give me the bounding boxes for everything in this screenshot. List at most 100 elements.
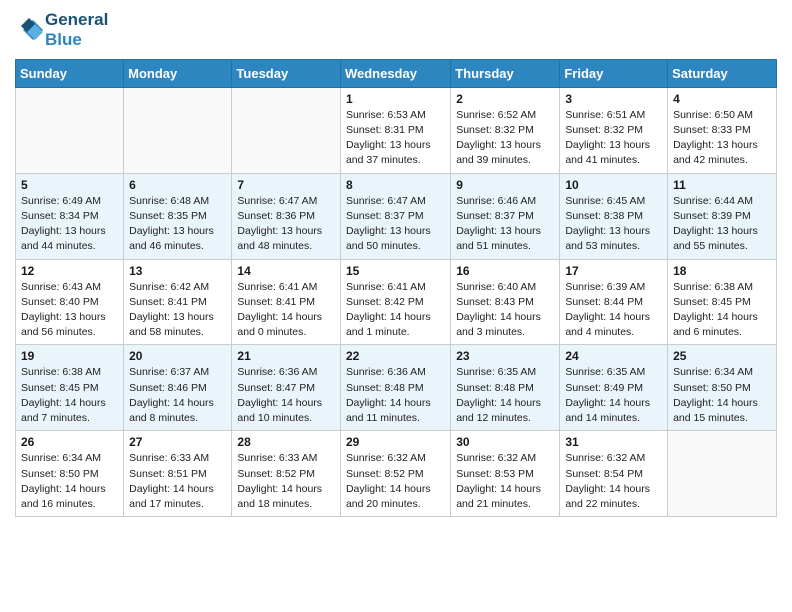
day-number: 19 [21, 349, 118, 363]
day-info: Sunrise: 6:43 AM Sunset: 8:40 PM Dayligh… [21, 280, 118, 341]
day-number: 20 [129, 349, 226, 363]
day-info: Sunrise: 6:52 AM Sunset: 8:32 PM Dayligh… [456, 108, 554, 169]
day-number: 23 [456, 349, 554, 363]
logo-text: General Blue [45, 10, 108, 51]
calendar-cell: 1Sunrise: 6:53 AM Sunset: 8:31 PM Daylig… [340, 87, 450, 173]
calendar-cell: 17Sunrise: 6:39 AM Sunset: 8:44 PM Dayli… [560, 259, 668, 345]
day-number: 16 [456, 264, 554, 278]
day-info: Sunrise: 6:33 AM Sunset: 8:52 PM Dayligh… [237, 451, 335, 512]
day-number: 2 [456, 92, 554, 106]
day-info: Sunrise: 6:38 AM Sunset: 8:45 PM Dayligh… [21, 365, 118, 426]
day-number: 3 [565, 92, 662, 106]
calendar-week-row: 1Sunrise: 6:53 AM Sunset: 8:31 PM Daylig… [16, 87, 777, 173]
calendar-cell: 20 Sunrise: 6:37 AM Sunset: 8:46 PM Dayli… [124, 345, 232, 431]
calendar-cell: 16 Sunrise: 6:40 AM Sunset: 8:43 PM Dayli… [451, 259, 560, 345]
calendar-cell: 8 Sunrise: 6:47 AM Sunset: 8:37 PM Daylig… [340, 173, 450, 259]
day-info: Sunrise: 6:49 AM Sunset: 8:34 PM Dayligh… [21, 194, 118, 255]
day-info: Sunrise: 6:46 AM Sunset: 8:37 PM Dayligh… [456, 194, 554, 255]
day-number: 7 [237, 178, 335, 192]
day-info: Sunrise: 6:35 AM Sunset: 8:48 PM Dayligh… [456, 365, 554, 426]
calendar-cell [668, 431, 777, 517]
weekday-header: Sunday [16, 59, 124, 87]
calendar-week-row: 19 Sunrise: 6:38 AM Sunset: 8:45 PM Dayli… [16, 345, 777, 431]
day-number: 9 [456, 178, 554, 192]
weekday-header: Friday [560, 59, 668, 87]
day-info: Sunrise: 6:50 AM Sunset: 8:33 PM Dayligh… [673, 108, 771, 169]
day-number: 5 [21, 178, 118, 192]
calendar-cell: 10 Sunrise: 6:45 AM Sunset: 8:38 PM Dayli… [560, 173, 668, 259]
calendar-cell: 13 Sunrise: 6:42 AM Sunset: 8:41 PM Dayli… [124, 259, 232, 345]
day-info: Sunrise: 6:40 AM Sunset: 8:43 PM Dayligh… [456, 280, 554, 341]
calendar-week-row: 5 Sunrise: 6:49 AM Sunset: 8:34 PM Daylig… [16, 173, 777, 259]
day-number: 25 [673, 349, 771, 363]
day-number: 15 [346, 264, 445, 278]
day-number: 21 [237, 349, 335, 363]
day-info: Sunrise: 6:53 AM Sunset: 8:31 PM Dayligh… [346, 108, 445, 169]
day-info: Sunrise: 6:35 AM Sunset: 8:49 PM Dayligh… [565, 365, 662, 426]
calendar-cell: 3 Sunrise: 6:51 AM Sunset: 8:32 PM Daylig… [560, 87, 668, 173]
calendar-cell: 6Sunrise: 6:48 AM Sunset: 8:35 PM Daylig… [124, 173, 232, 259]
day-number: 17 [565, 264, 662, 278]
day-number: 14 [237, 264, 335, 278]
calendar-cell: 2 Sunrise: 6:52 AM Sunset: 8:32 PM Daylig… [451, 87, 560, 173]
day-number: 8 [346, 178, 445, 192]
day-number: 18 [673, 264, 771, 278]
day-info: Sunrise: 6:32 AM Sunset: 8:53 PM Dayligh… [456, 451, 554, 512]
day-info: Sunrise: 6:36 AM Sunset: 8:48 PM Dayligh… [346, 365, 445, 426]
day-info: Sunrise: 6:37 AM Sunset: 8:46 PM Dayligh… [129, 365, 226, 426]
day-number: 11 [673, 178, 771, 192]
day-info: Sunrise: 6:51 AM Sunset: 8:32 PM Dayligh… [565, 108, 662, 169]
day-number: 10 [565, 178, 662, 192]
day-number: 26 [21, 435, 118, 449]
day-number: 24 [565, 349, 662, 363]
day-info: Sunrise: 6:42 AM Sunset: 8:41 PM Dayligh… [129, 280, 226, 341]
day-info: Sunrise: 6:34 AM Sunset: 8:50 PM Dayligh… [673, 365, 771, 426]
weekday-header: Tuesday [232, 59, 341, 87]
day-number: 6 [129, 178, 226, 192]
day-info: Sunrise: 6:32 AM Sunset: 8:54 PM Dayligh… [565, 451, 662, 512]
calendar-cell [124, 87, 232, 173]
logo-icon [15, 16, 43, 44]
calendar-cell: 7 Sunrise: 6:47 AM Sunset: 8:36 PM Daylig… [232, 173, 341, 259]
calendar-week-row: 12Sunrise: 6:43 AM Sunset: 8:40 PM Dayli… [16, 259, 777, 345]
calendar-cell: 25 Sunrise: 6:34 AM Sunset: 8:50 PM Dayli… [668, 345, 777, 431]
calendar-cell: 28 Sunrise: 6:33 AM Sunset: 8:52 PM Dayli… [232, 431, 341, 517]
calendar-cell: 26 Sunrise: 6:34 AM Sunset: 8:50 PM Dayli… [16, 431, 124, 517]
weekday-header: Saturday [668, 59, 777, 87]
day-info: Sunrise: 6:38 AM Sunset: 8:45 PM Dayligh… [673, 280, 771, 341]
day-info: Sunrise: 6:45 AM Sunset: 8:38 PM Dayligh… [565, 194, 662, 255]
calendar-cell: 5 Sunrise: 6:49 AM Sunset: 8:34 PM Daylig… [16, 173, 124, 259]
calendar-cell: 21 Sunrise: 6:36 AM Sunset: 8:47 PM Dayli… [232, 345, 341, 431]
calendar-cell [232, 87, 341, 173]
calendar-table: SundayMondayTuesdayWednesdayThursdayFrid… [15, 59, 777, 517]
day-number: 31 [565, 435, 662, 449]
page: General Blue SundayMondayTuesdayWednesda… [0, 0, 792, 532]
calendar-cell: 18 Sunrise: 6:38 AM Sunset: 8:45 PM Dayli… [668, 259, 777, 345]
weekday-header: Thursday [451, 59, 560, 87]
day-number: 30 [456, 435, 554, 449]
calendar-week-row: 26 Sunrise: 6:34 AM Sunset: 8:50 PM Dayli… [16, 431, 777, 517]
day-number: 22 [346, 349, 445, 363]
day-number: 13 [129, 264, 226, 278]
calendar-cell: 23 Sunrise: 6:35 AM Sunset: 8:48 PM Dayli… [451, 345, 560, 431]
calendar-cell: 15 Sunrise: 6:41 AM Sunset: 8:42 PM Dayli… [340, 259, 450, 345]
calendar-cell: 9 Sunrise: 6:46 AM Sunset: 8:37 PM Daylig… [451, 173, 560, 259]
weekday-header-row: SundayMondayTuesdayWednesdayThursdayFrid… [16, 59, 777, 87]
day-info: Sunrise: 6:32 AM Sunset: 8:52 PM Dayligh… [346, 451, 445, 512]
day-info: Sunrise: 6:47 AM Sunset: 8:37 PM Dayligh… [346, 194, 445, 255]
day-number: 28 [237, 435, 335, 449]
calendar-cell: 14Sunrise: 6:41 AM Sunset: 8:41 PM Dayli… [232, 259, 341, 345]
calendar-cell: 4Sunrise: 6:50 AM Sunset: 8:33 PM Daylig… [668, 87, 777, 173]
calendar-cell: 30 Sunrise: 6:32 AM Sunset: 8:53 PM Dayli… [451, 431, 560, 517]
header: General Blue [15, 10, 777, 51]
day-info: Sunrise: 6:44 AM Sunset: 8:39 PM Dayligh… [673, 194, 771, 255]
day-number: 27 [129, 435, 226, 449]
calendar-cell: 19 Sunrise: 6:38 AM Sunset: 8:45 PM Dayli… [16, 345, 124, 431]
logo: General Blue [15, 10, 108, 51]
calendar-cell: 27Sunrise: 6:33 AM Sunset: 8:51 PM Dayli… [124, 431, 232, 517]
day-info: Sunrise: 6:47 AM Sunset: 8:36 PM Dayligh… [237, 194, 335, 255]
weekday-header: Wednesday [340, 59, 450, 87]
day-info: Sunrise: 6:41 AM Sunset: 8:42 PM Dayligh… [346, 280, 445, 341]
day-info: Sunrise: 6:36 AM Sunset: 8:47 PM Dayligh… [237, 365, 335, 426]
day-info: Sunrise: 6:34 AM Sunset: 8:50 PM Dayligh… [21, 451, 118, 512]
